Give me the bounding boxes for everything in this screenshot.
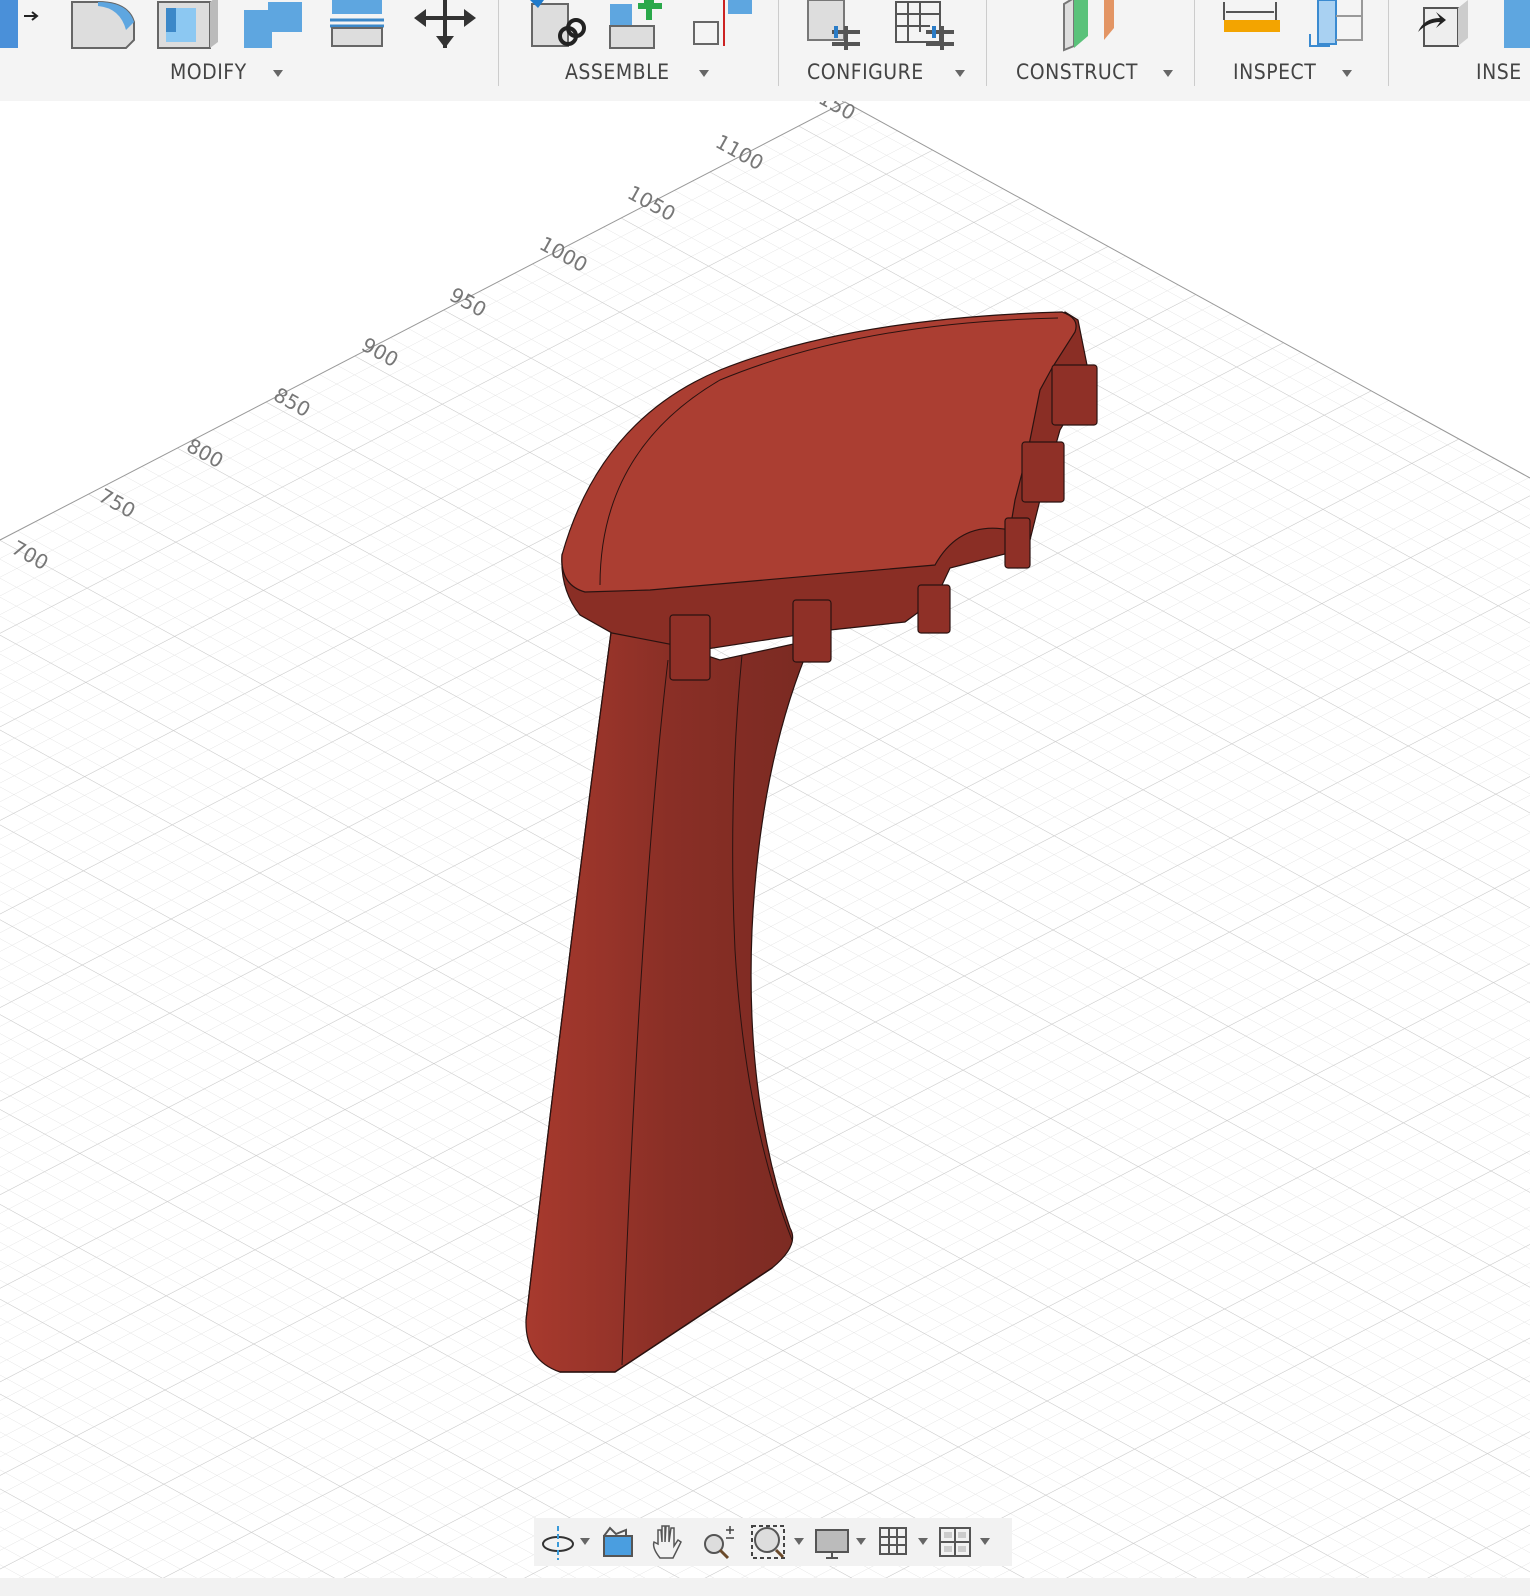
chevron-down-icon (699, 70, 709, 77)
orbit-dropdown-icon[interactable] (580, 1538, 590, 1545)
change-parameters-icon[interactable] (806, 0, 876, 52)
pan-icon[interactable] (650, 1524, 686, 1560)
as-built-joint-icon[interactable] (692, 0, 758, 52)
chevron-down-icon (955, 70, 965, 77)
ground-grid (0, 102, 1530, 1578)
split-icon[interactable] (328, 0, 394, 52)
model-tab (1004, 517, 1031, 569)
model-tab (669, 614, 711, 681)
display-dropdown-icon[interactable] (856, 1538, 866, 1545)
grid-and-model: 700 750 800 850 900 950 1000 1050 1100 1… (0, 79, 1530, 1578)
status-strip (0, 1578, 1530, 1596)
grid-dropdown-icon[interactable] (918, 1538, 928, 1545)
orbit-icon[interactable] (540, 1524, 576, 1560)
model-tab (1021, 441, 1065, 503)
new-component-icon[interactable] (608, 0, 672, 52)
configuration-table-icon[interactable] (894, 0, 964, 52)
model-tab (1051, 364, 1098, 426)
divider (778, 0, 779, 86)
press-pull-icon[interactable] (0, 0, 40, 52)
toolbar: MODIFY ASSEMBLE CONFIGURE CONSTRUCT INSP… (0, 0, 1530, 101)
divider (1194, 0, 1195, 86)
section-analysis-icon[interactable] (1308, 0, 1368, 52)
model-tab (792, 599, 832, 663)
divider (986, 0, 987, 86)
offset-plane-icon[interactable] (1060, 0, 1130, 52)
configure-label: CONFIGURE (807, 60, 924, 84)
grid-icon[interactable] (876, 1524, 912, 1560)
construct-label: CONSTRUCT (1016, 60, 1138, 84)
assemble-label: ASSEMBLE (565, 60, 670, 84)
modify-label: MODIFY (170, 60, 247, 84)
look-at-icon[interactable] (600, 1524, 636, 1560)
fit-dropdown-icon[interactable] (794, 1538, 804, 1545)
model-tab (917, 584, 951, 634)
chevron-down-icon (1342, 70, 1352, 77)
fillet-icon[interactable] (70, 0, 136, 52)
viewports-dropdown-icon[interactable] (980, 1538, 990, 1545)
display-settings-icon[interactable] (814, 1524, 850, 1560)
canvas-viewport[interactable]: 700 750 800 850 900 950 1000 1050 1100 1… (0, 79, 1530, 1578)
insert-mcmaster-icon[interactable] (1500, 0, 1530, 52)
chevron-down-icon (1163, 70, 1173, 77)
combine-icon[interactable] (242, 0, 308, 52)
divider (498, 0, 499, 86)
move-icon[interactable] (412, 0, 478, 52)
viewports-icon[interactable] (938, 1524, 974, 1560)
navigation-bar (534, 1518, 1012, 1566)
fit-icon[interactable] (750, 1524, 786, 1560)
joint-icon[interactable] (530, 0, 590, 52)
insert-label: INSE (1476, 60, 1522, 84)
chevron-down-icon (273, 70, 283, 77)
divider (1388, 0, 1389, 86)
insert-derive-icon[interactable] (1416, 0, 1476, 52)
zoom-icon[interactable] (700, 1524, 736, 1560)
inspect-label: INSPECT (1233, 60, 1317, 84)
shell-icon[interactable] (156, 0, 222, 52)
measure-icon[interactable] (1222, 0, 1282, 52)
